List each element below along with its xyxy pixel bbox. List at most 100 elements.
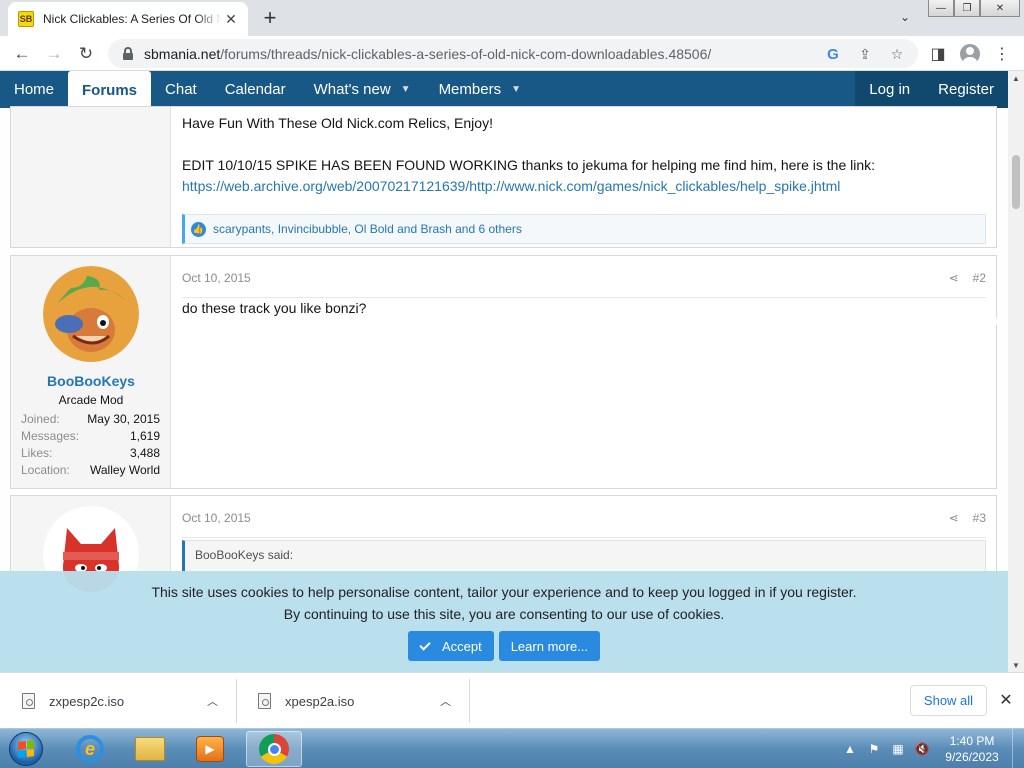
windows-taskbar: e ▶ ▲ ⚑ ▦ 🔇 1:40 PM 9/26/2023 [0,728,1024,768]
volume-muted-icon[interactable]: 🔇 [914,742,930,756]
nav-members[interactable]: Members ▼ [425,71,535,108]
stat-row: Location: Walley World [21,461,160,478]
media-player-icon: ▶ [196,736,224,762]
profile-avatar-icon[interactable] [956,40,984,68]
scroll-up-arrow-icon[interactable]: ▲ [1008,71,1024,85]
download-filename: zxpesp2c.iso [49,693,125,709]
action-center-flag-icon[interactable]: ⚑ [866,742,882,756]
post-user-panel [11,107,171,247]
lock-icon[interactable] [122,46,134,61]
browser-toolbar: ← → ↻ sbmania.net/forums/threads/nick-cl… [0,36,1024,71]
user-avatar[interactable] [43,266,139,362]
caret-down-icon[interactable]: ▼ [401,84,411,95]
share-icon[interactable]: ⇪ [854,43,876,65]
stat-key: Messages: [21,428,80,443]
like-icon: 👍 [191,221,206,237]
post-header: Oct 10, 2015 ⋖ #3 [182,508,986,538]
scrollbar-thumb[interactable] [1012,155,1020,209]
reactions-text[interactable]: scarypants, Invincibubble, Ol Bold and B… [213,222,522,236]
download-item[interactable]: zxpesp2c.iso ︿ [0,677,236,725]
post-user-panel: BooBooKeys Arcade Mod Joined: May 30, 201… [11,256,171,488]
url-host: sbmania.net [144,45,221,62]
quote-attribution[interactable]: BooBooKeys said: [195,548,293,562]
network-icon[interactable]: ▦ [890,742,906,756]
page-viewport: Home Forums Chat Calendar What's new ▼ Me… [0,71,1008,672]
close-download-bar-icon[interactable]: ✕ [996,690,1016,710]
archive-link[interactable]: https://web.archive.org/web/200702171216… [182,176,986,197]
tab-strip: SB Nick Clickables: A Series Of Old Nick… [0,0,1024,36]
share-icon[interactable]: ⋖ [949,511,959,525]
show-desktop-button[interactable] [1012,729,1024,768]
minimize-icon[interactable]: — [928,0,954,17]
learn-more-button[interactable]: Learn more... [498,631,601,661]
tab-close-icon[interactable]: ✕ [222,10,240,28]
stat-key: Joined: [21,411,60,426]
internet-explorer-taskbar-button[interactable]: e [62,731,118,767]
media-player-taskbar-button[interactable]: ▶ [182,731,238,767]
page-scrollbar[interactable]: ▲ ▼ [1008,71,1024,672]
side-panel-icon[interactable]: ◨ [924,40,952,68]
stat-value: 1,619 [129,428,160,443]
chrome-taskbar-button[interactable] [246,731,302,767]
show-all-downloads-button[interactable]: Show all [910,685,987,716]
login-link[interactable]: Log in [855,71,924,108]
windows-logo-icon [9,732,43,766]
stat-value: May 30, 2015 [87,411,160,426]
nav-calendar[interactable]: Calendar [211,71,300,108]
nav-chat[interactable]: Chat [151,71,211,108]
post-message: Have Fun With These Old Nick.com Relics,… [182,113,986,253]
user-title: Arcade Mod [58,393,124,407]
scroll-down-arrow-icon[interactable]: ▼ [1008,658,1024,672]
address-bar[interactable]: sbmania.net/forums/threads/nick-clickabl… [108,39,918,68]
back-arrow-icon[interactable]: ← [8,40,36,68]
system-clock[interactable]: 1:40 PM 9/26/2023 [940,733,1004,765]
folder-icon [135,737,165,761]
window-close-icon[interactable]: ✕ [980,0,1020,17]
chevron-up-icon[interactable]: ︿ [207,693,218,709]
share-icon[interactable]: ⋖ [949,271,959,285]
post-2: BooBooKeys Arcade Mod Joined: May 30, 201… [10,255,997,489]
accept-cookies-button[interactable]: Accept [407,631,494,661]
download-filename: xpesp2a.iso [285,693,355,709]
start-button[interactable] [4,730,48,768]
quote-block: BooBooKeys said: [182,540,986,574]
stat-value: 3,488 [129,445,160,460]
stat-key: Likes: [21,445,53,460]
file-explorer-taskbar-button[interactable] [122,731,178,767]
divider [469,679,470,723]
chevron-up-icon[interactable]: ︿ [440,693,451,709]
post-number-link[interactable]: #2 [973,271,986,285]
stat-value: Walley World [89,462,160,477]
caret-down-icon[interactable]: ▼ [511,84,521,95]
post-body-line: EDIT 10/10/15 SPIKE HAS BEEN FOUND WORKI… [182,157,876,173]
browser-tab[interactable]: SB Nick Clickables: A Series Of Old Nick… [8,2,248,36]
stat-row: Joined: May 30, 2015 [21,410,160,427]
clock-date: 9/26/2023 [945,750,999,764]
show-hidden-icons-arrow-icon[interactable]: ▲ [842,742,858,756]
restore-icon[interactable]: ❐ [954,0,980,17]
reload-icon[interactable]: ↻ [72,40,100,68]
reactions-bar[interactable]: 👍 scarypants, Invincibubble, Ol Bold and… [182,214,986,244]
nav-whats-new[interactable]: What's new ▼ [300,71,425,108]
google-translate-icon[interactable]: G [822,43,844,65]
post-header: Oct 10, 2015 ⋖ #2 [182,268,986,298]
browser-menu-kebab-icon[interactable]: ⋮ [988,40,1016,68]
post-date-link[interactable]: Oct 10, 2015 [182,271,949,285]
url-text: sbmania.net/forums/threads/nick-clickabl… [144,46,711,62]
bookmark-star-icon[interactable]: ☆ [886,43,908,65]
download-bar: zxpesp2c.iso ︿ xpesp2a.iso ︿ Show all ✕ [0,672,1024,728]
post-date-link[interactable]: Oct 10, 2015 [182,511,949,525]
cookie-notice: This site uses cookies to help personali… [0,571,1008,672]
username-link[interactable]: BooBooKeys [11,373,171,389]
stat-row: Likes: 3,488 [21,444,160,461]
forward-arrow-icon[interactable]: → [40,40,68,68]
internet-explorer-icon: e [76,735,104,763]
new-tab-plus-icon[interactable]: + [258,5,282,30]
nav-forums[interactable]: Forums [68,71,152,109]
download-item[interactable]: xpesp2a.iso ︿ [236,677,469,725]
system-tray: ▲ ⚑ ▦ 🔇 [842,729,930,768]
tab-search-chevron-icon[interactable]: ⌄ [894,6,916,28]
register-link[interactable]: Register [924,71,1008,108]
post-number-link[interactable]: #3 [973,511,986,525]
nav-home[interactable]: Home [0,71,68,108]
